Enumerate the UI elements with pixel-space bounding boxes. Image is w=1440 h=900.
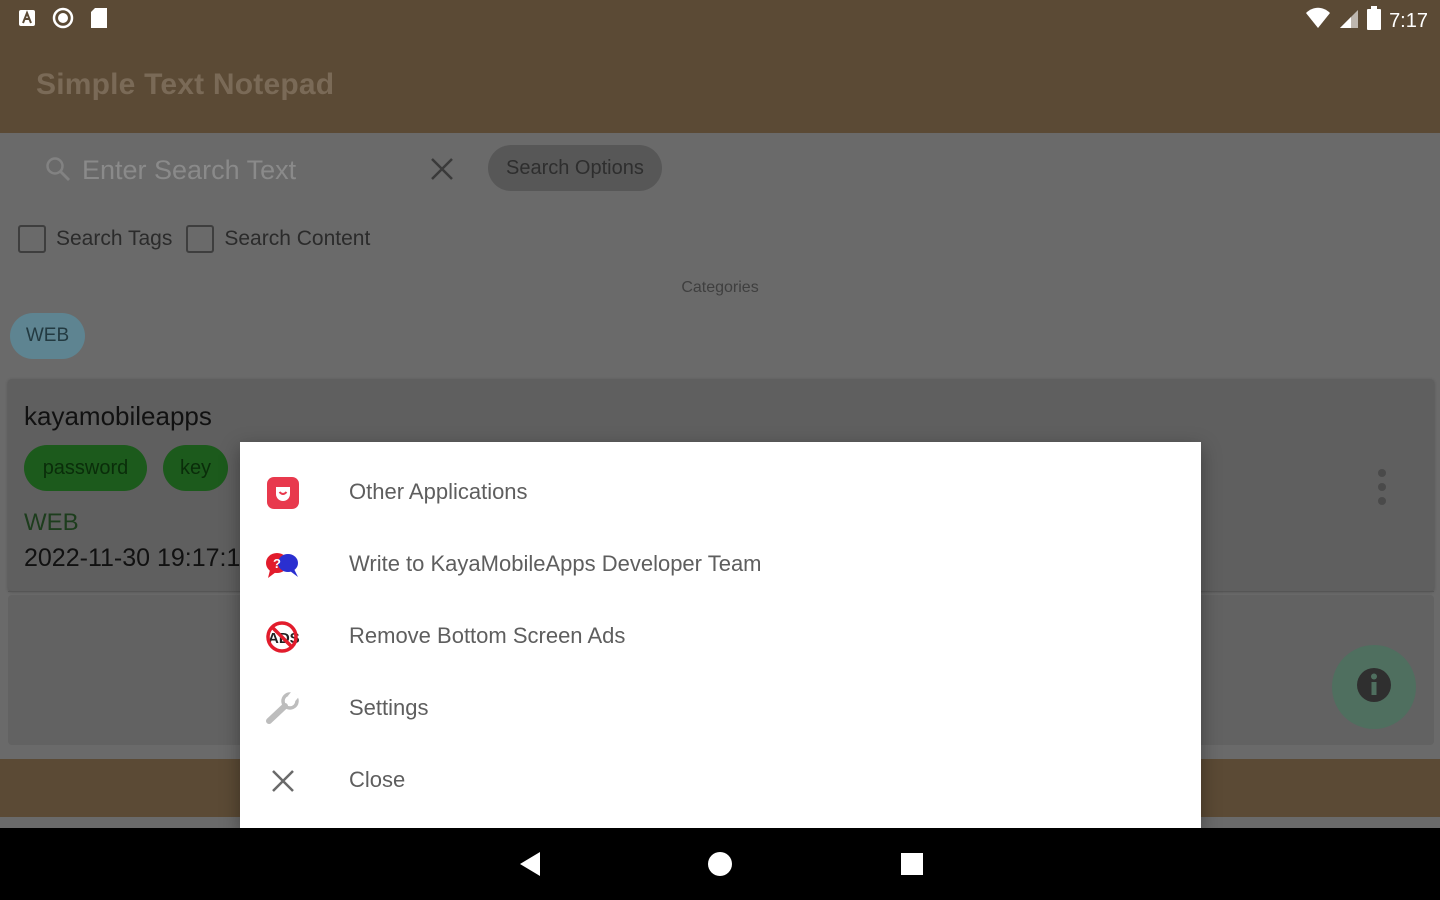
options-menu-dialog: Other Applications ? Write to KayaMobile… [240,442,1201,829]
search-content-label: Search Content [224,227,371,250]
signal-icon [1339,7,1359,35]
note-title: kayamobileapps [24,401,212,431]
menu-item-label: Settings [349,695,429,720]
search-input[interactable] [82,151,402,189]
sd-card-icon [88,7,110,29]
wifi-icon [1305,7,1331,35]
categories-label: Categories [681,279,759,296]
menu-item-label: Remove Bottom Screen Ads [349,623,626,648]
search-row: Search Options [0,133,1440,205]
note-tag[interactable]: password [24,445,147,491]
note-tag[interactable]: key [163,445,228,491]
status-right-icons: 7:17 [1305,6,1428,36]
menu-item-label: Other Applications [349,479,528,504]
search-options-button[interactable]: Search Options [488,145,662,191]
menu-item-close[interactable]: Close [240,744,1201,816]
wrench-icon [264,690,302,728]
circle-icon [52,7,74,29]
search-icon [44,155,72,183]
search-tags-label: Search Tags [56,227,173,250]
app-title: Simple Text Notepad [36,68,335,101]
note-category: WEB [24,509,79,536]
store-icon [264,474,302,512]
app-bar: Simple Text Notepad [0,38,1440,133]
chat-icon: ? [264,546,302,584]
menu-item-remove-ads[interactable]: ADS Remove Bottom Screen Ads [240,600,1201,672]
recents-icon[interactable] [898,850,926,878]
clear-search-icon[interactable] [428,155,456,183]
menu-item-label: Close [349,767,406,792]
svg-text:?: ? [273,556,281,571]
menu-item-settings[interactable]: Settings [240,672,1201,744]
menu-item-other-applications[interactable]: Other Applications [240,456,1201,528]
close-icon [264,762,302,800]
info-icon [1355,666,1393,709]
status-bar: 7:17 [0,0,1440,38]
home-icon[interactable] [706,850,734,878]
more-vert-icon[interactable] [1376,467,1388,507]
no-ads-icon: ADS [264,618,302,656]
status-left-icons [16,7,110,29]
status-time: 7:17 [1389,9,1428,32]
system-nav-bar [0,828,1440,900]
search-filters: Search Tags Search Content [18,225,374,253]
note-date: 2022-11-30 19:17:1 [24,544,241,572]
info-fab-button[interactable] [1332,645,1416,729]
font-icon [16,7,38,29]
menu-item-write-developer[interactable]: ? Write to KayaMobileApps Developer Team [240,528,1201,600]
search-content-checkbox[interactable] [186,225,215,253]
back-icon[interactable] [516,850,544,878]
search-tags-checkbox[interactable] [18,225,46,253]
battery-icon [1367,6,1382,36]
category-chip-web[interactable]: WEB [10,313,85,359]
menu-item-label: Write to KayaMobileApps Developer Team [349,551,762,576]
